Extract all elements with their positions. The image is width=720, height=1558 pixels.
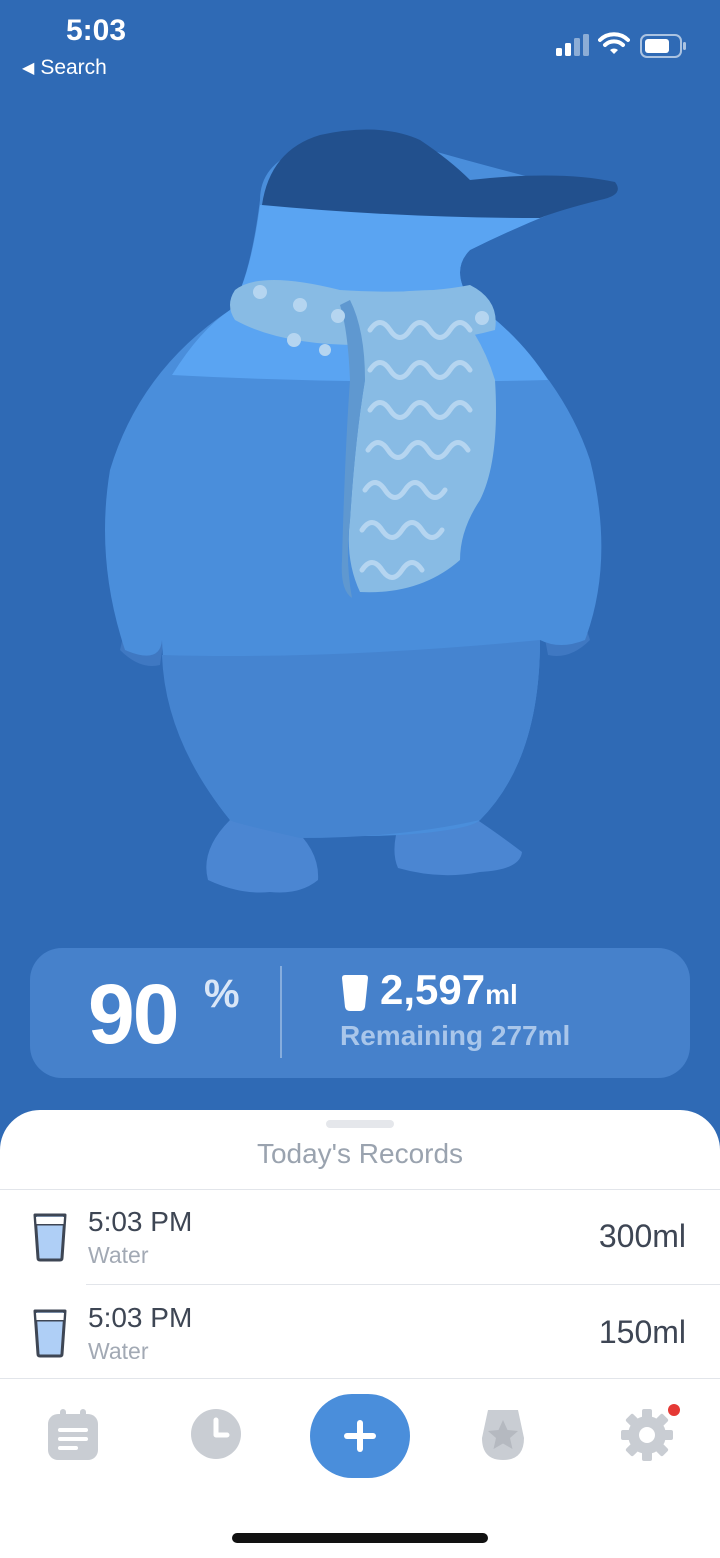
card-divider	[280, 966, 282, 1058]
records-sheet[interactable]: Today's Records 5:03 PM Water 300ml 5:03…	[0, 1110, 720, 1558]
sheet-drag-handle[interactable]	[326, 1120, 394, 1128]
tab-bar	[0, 1380, 720, 1490]
records-icon[interactable]	[46, 1408, 100, 1462]
remaining-amount: Remaining 277ml	[340, 1020, 571, 1051]
settings-gear-icon[interactable]	[620, 1408, 674, 1462]
record-type: Water	[88, 1338, 149, 1364]
row-divider	[86, 1284, 720, 1285]
home-indicator	[232, 1533, 488, 1543]
total-intake-unit: ml	[485, 979, 518, 1010]
record-type: Water	[88, 1242, 149, 1268]
cellular-signal-icon	[556, 34, 589, 56]
record-row[interactable]: 5:03 PM Water 150ml	[0, 1286, 720, 1380]
plus-icon	[344, 1420, 376, 1452]
record-amount: 150ml	[598, 1314, 686, 1350]
penguin-illustration	[105, 129, 618, 893]
back-label: Search	[40, 56, 107, 79]
battery-icon	[640, 34, 686, 58]
record-row[interactable]: 5:03 PM Water 300ml	[0, 1190, 720, 1284]
progress-percent: 90	[88, 967, 179, 1061]
status-bar: 5:03 ◀ Search	[0, 0, 720, 90]
settings-notification-badge	[668, 1404, 680, 1416]
water-glass-icon	[33, 1213, 67, 1262]
achievements-icon[interactable]	[480, 1408, 526, 1462]
back-arrow-icon: ◀	[22, 60, 35, 77]
total-intake-amount: 2,597	[380, 966, 486, 1013]
hydration-summary-card: 90 % 2,597ml Remaining 277ml	[30, 948, 690, 1078]
status-time: 5:03	[66, 14, 127, 47]
record-time: 5:03 PM	[88, 1302, 193, 1333]
cup-icon	[342, 975, 368, 1011]
back-to-search-link[interactable]: ◀ Search	[22, 56, 107, 80]
wifi-icon	[598, 32, 630, 54]
total-intake: 2,597ml	[380, 966, 518, 1014]
record-time: 5:03 PM	[88, 1206, 193, 1237]
percent-sign: %	[204, 972, 240, 1016]
add-record-button[interactable]	[310, 1394, 410, 1478]
history-clock-icon[interactable]	[190, 1408, 242, 1460]
tabbar-divider	[0, 1378, 720, 1379]
records-title: Today's Records	[256, 1138, 464, 1169]
record-amount: 300ml	[598, 1218, 686, 1254]
water-glass-icon	[33, 1309, 67, 1358]
